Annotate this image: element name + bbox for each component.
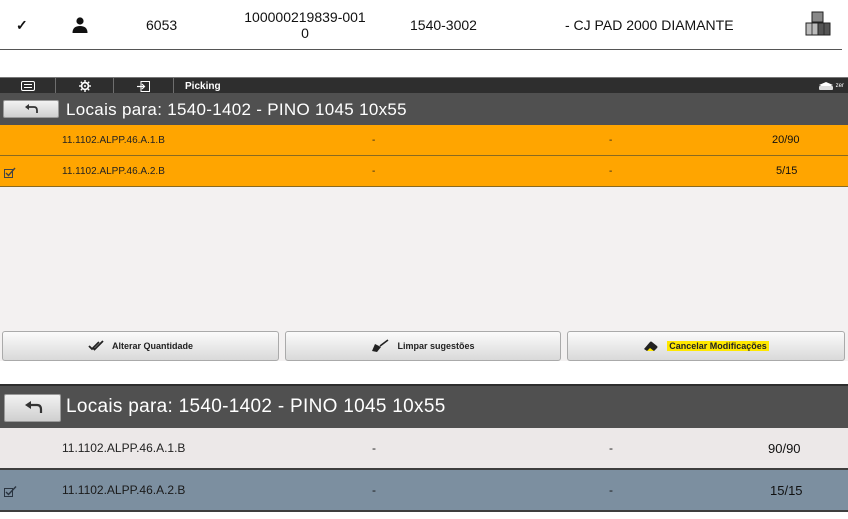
cancel-changes-label: Cancelar Modificações bbox=[667, 341, 769, 351]
tray-icon bbox=[818, 82, 833, 90]
location-col3: - bbox=[609, 134, 613, 146]
panel2-row-2[interactable]: 11.1102.ALPP.46.A.2.B - - 15/15 bbox=[0, 470, 848, 512]
panel2-back-button[interactable] bbox=[4, 394, 61, 422]
order-number: 6053 bbox=[146, 17, 178, 33]
back-arrow-icon bbox=[25, 104, 38, 113]
order-id: 100000219839-001 0 bbox=[240, 0, 370, 50]
location-code: 11.1102.ALPP.46.A.1.B bbox=[62, 134, 165, 146]
back-arrow-icon bbox=[24, 401, 42, 413]
checkbox-checked-icon[interactable] bbox=[4, 165, 16, 183]
location-col2: - bbox=[372, 483, 376, 497]
panel2-row-1[interactable]: 11.1102.ALPP.46.A.1.B - - 90/90 bbox=[0, 428, 848, 470]
location-col2: - bbox=[372, 441, 376, 455]
clear-suggestions-button[interactable]: Limpar sugestões bbox=[285, 331, 561, 361]
panel1-header-title: Locais para: 1540-1402 - PINO 1045 10x55 bbox=[66, 100, 407, 119]
location-code: 11.1102.ALPP.46.A.1.B bbox=[62, 441, 186, 455]
page: ✓ 6053 100000219839-001 0 1540-3002 - CJ… bbox=[0, 0, 848, 519]
tray-indicator[interactable]: zer bbox=[818, 79, 844, 93]
panel2-bottom-space bbox=[0, 512, 848, 519]
panel2-header: Locais para: 1540-1402 - PINO 1045 10x55 bbox=[0, 384, 848, 428]
product-description: - CJ PAD 2000 DIAMANTE bbox=[565, 17, 734, 33]
location-code: 11.1102.ALPP.46.A.2.B bbox=[62, 483, 186, 497]
alter-quantity-button[interactable]: Alterar Quantidade bbox=[2, 331, 279, 361]
product-code: 1540-3002 bbox=[410, 17, 477, 33]
panel1-action-bar: Alterar Quantidade Limpar sugestões Canc… bbox=[0, 329, 848, 361]
order-id-line1: 100000219839-001 bbox=[244, 9, 366, 25]
panel1-back-button[interactable] bbox=[3, 100, 59, 118]
location-col2: - bbox=[372, 165, 376, 177]
checkmark-icon: ✓ bbox=[16, 16, 28, 33]
panel1-row-1[interactable]: 11.1102.ALPP.46.A.1.B - - 20/90 bbox=[0, 125, 848, 156]
eraser-icon bbox=[644, 341, 658, 351]
logout-button[interactable] bbox=[114, 78, 174, 94]
panel2-header-title: Locais para: 1540-1402 - PINO 1045 10x55 bbox=[66, 396, 446, 417]
double-check-icon bbox=[88, 340, 104, 351]
exit-icon bbox=[137, 80, 150, 92]
list-icon bbox=[20, 81, 35, 91]
location-col3: - bbox=[609, 483, 613, 497]
panel1-header: Locais para: 1540-1402 - PINO 1045 10x55 bbox=[0, 93, 848, 125]
app-toolbar: Picking zer bbox=[0, 77, 848, 94]
panel1-row-2[interactable]: 11.1102.ALPP.46.A.2.B - - 5/15 bbox=[0, 156, 848, 187]
locations-panel-confirmed: Locais para: 1540-1402 - PINO 1045 10x55… bbox=[0, 384, 848, 519]
gear-icon bbox=[78, 80, 91, 92]
cancel-changes-button[interactable]: Cancelar Modificações bbox=[567, 331, 845, 361]
location-quantity: 15/15 bbox=[770, 482, 803, 498]
location-col3: - bbox=[609, 441, 613, 455]
checkbox-checked-icon[interactable] bbox=[4, 484, 17, 502]
location-col3: - bbox=[609, 165, 613, 177]
boxes-icon[interactable] bbox=[803, 0, 833, 50]
user-icon bbox=[71, 0, 93, 50]
order-id-line2: 0 bbox=[301, 25, 309, 41]
clear-suggestions-label: Limpar sugestões bbox=[397, 341, 475, 351]
location-col2: - bbox=[372, 134, 376, 146]
location-code: 11.1102.ALPP.46.A.2.B bbox=[62, 165, 165, 177]
location-quantity: 5/15 bbox=[776, 165, 798, 177]
menu-button[interactable] bbox=[0, 78, 56, 94]
tray-label: zer bbox=[835, 83, 844, 89]
broom-icon bbox=[372, 339, 389, 352]
location-quantity: 20/90 bbox=[772, 134, 800, 146]
order-row[interactable]: ✓ 6053 100000219839-001 0 1540-3002 - CJ… bbox=[0, 0, 842, 50]
alter-quantity-label: Alterar Quantidade bbox=[111, 341, 194, 351]
settings-button[interactable] bbox=[56, 78, 114, 94]
toolbar-title: Picking bbox=[185, 80, 221, 92]
location-quantity: 90/90 bbox=[768, 440, 801, 456]
locations-panel-orange: Picking zer Locais para: 1540-1402 - PIN… bbox=[0, 77, 848, 361]
